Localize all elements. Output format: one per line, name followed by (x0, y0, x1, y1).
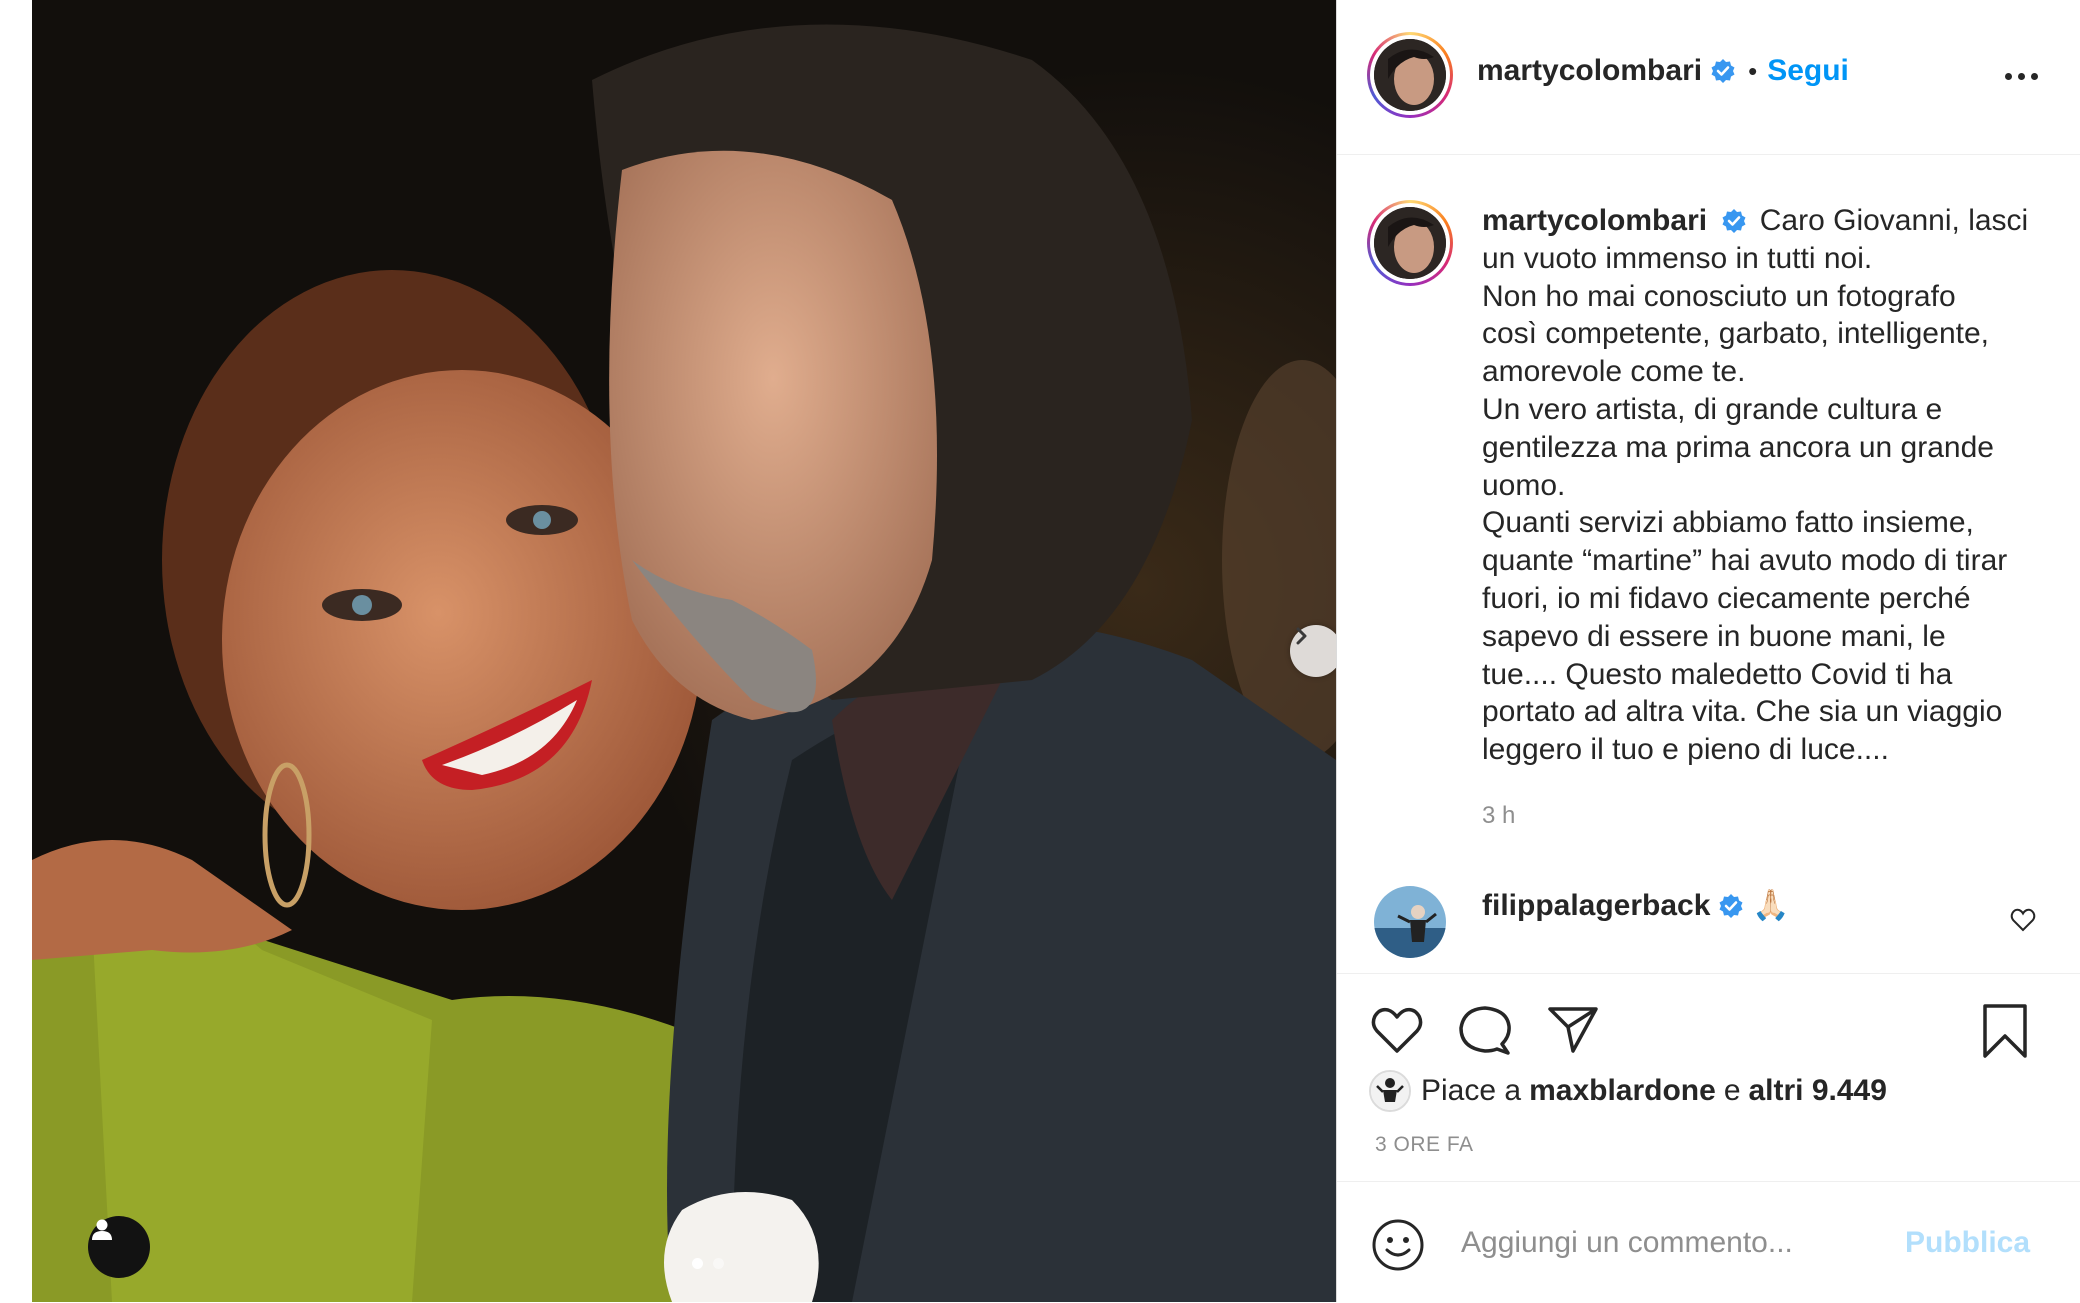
liker-username[interactable]: maxblardone (1529, 1074, 1716, 1108)
caption-text-line: Quanti servizi abbiamo fatto insieme, (1482, 506, 1974, 540)
comment-icon (1459, 1006, 1511, 1055)
chevron-right-icon (1296, 627, 1307, 645)
comment-input[interactable]: Aggiungi un commento... (1461, 1226, 1793, 1260)
caption-text-line: quante “martine” hai avuto modo di tirar (1482, 544, 2008, 578)
caption-text-line: gentilezza ma prima ancora un grande (1482, 430, 1994, 464)
caption-text-line: uomo. (1482, 468, 1566, 502)
likes-prefix: Piace a (1421, 1074, 1522, 1107)
carousel-dot (713, 1258, 724, 1269)
carousel-indicator (692, 1258, 724, 1269)
caption-avatar[interactable] (1367, 200, 1453, 286)
likes-count-link[interactable]: altri 9.449 (1749, 1074, 1887, 1108)
next-photo-button[interactable] (1290, 625, 1336, 677)
photo-image (32, 0, 1336, 1302)
separator-dot: • (1748, 55, 1758, 86)
avatar-image (1374, 39, 1446, 111)
publish-button[interactable]: Pubblica (1905, 1226, 2030, 1260)
post-side-panel: martycolombari • Segui martycolombari Ca… (1336, 0, 2080, 1302)
post-photo[interactable] (32, 0, 1336, 1302)
post-actions (1337, 973, 2080, 1058)
like-button[interactable] (1369, 1004, 1425, 1056)
caption-text-line: leggero il tuo e pieno di luce.... (1482, 733, 1889, 767)
user-tag-icon (92, 1219, 112, 1240)
author-username[interactable]: martycolombari (1477, 54, 1702, 88)
caption-text-line: Non ho mai conosciuto un fotografo (1482, 279, 1956, 313)
follow-button[interactable]: Segui (1767, 54, 1849, 88)
commenter-avatar[interactable] (1374, 886, 1446, 958)
caption-text-line: sapevo di essere in buone mani, le (1482, 619, 1946, 653)
caption-text-line: fuori, io mi fidavo ciecamente perché (1482, 581, 1971, 615)
share-icon (1548, 1007, 1598, 1053)
caption-text-line: amorevole come te. (1482, 355, 1746, 389)
tagged-users-button[interactable] (88, 1216, 150, 1278)
caption-timestamp[interactable]: 3 h (1482, 802, 1515, 830)
caption-text-line: tue.... Questo maledetto Covid ti ha (1482, 657, 1953, 691)
comment-form: Aggiungi un commento... Pubblica (1337, 1181, 2080, 1303)
caption-text-line: così competente, garbato, intelligente, (1482, 317, 1989, 351)
heart-icon (1371, 1007, 1423, 1053)
verified-icon (1711, 59, 1735, 83)
caption-text-line: Un vero artista, di grande cultura e (1482, 392, 1943, 426)
likes-summary: Piace a maxblardone e altri 9.449 (1369, 1070, 1887, 1112)
caption-text-line: un vuoto immenso in tutti noi. (1482, 241, 1873, 275)
comment-button[interactable] (1457, 1004, 1513, 1056)
more-options-button[interactable] (1997, 56, 2045, 96)
share-button[interactable] (1545, 1004, 1601, 1056)
more-icon (2004, 72, 2012, 80)
comment-like-button[interactable] (2009, 906, 2037, 934)
post-timestamp[interactable]: 3 ORE FA (1375, 1133, 1474, 1157)
avatar-image (1374, 207, 1446, 279)
avatar-image (1371, 1072, 1409, 1110)
author-avatar[interactable] (1367, 32, 1453, 118)
caption-username[interactable]: martycolombari (1482, 204, 1707, 237)
comment-text: 🙏🏻 (1752, 889, 1790, 922)
verified-icon (1719, 893, 1743, 918)
verified-icon (1722, 209, 1746, 233)
post-header: martycolombari • Segui (1337, 0, 2080, 155)
emoji-button[interactable] (1371, 1218, 1425, 1272)
heart-icon (2010, 908, 2036, 932)
save-button[interactable] (1979, 1002, 2031, 1060)
caption-text-line: Caro Giovanni, lasci (1759, 204, 2029, 237)
comment-item: filippalagerback 🙏🏻 (1337, 870, 2080, 960)
likes-joiner: e (1723, 1074, 1741, 1107)
avatar-image (1374, 886, 1446, 958)
bookmark-icon (1983, 1004, 2027, 1058)
caption-text-line: portato ad altra vita. Che sia un viaggi… (1482, 695, 2003, 729)
commenter-username[interactable]: filippalagerback (1482, 889, 1710, 923)
liker-avatar[interactable] (1369, 1070, 1411, 1112)
emoji-icon (1372, 1219, 1424, 1271)
carousel-dot-active (692, 1258, 703, 1269)
post-caption: martycolombari Caro Giovanni, lasci un v… (1482, 202, 2062, 769)
